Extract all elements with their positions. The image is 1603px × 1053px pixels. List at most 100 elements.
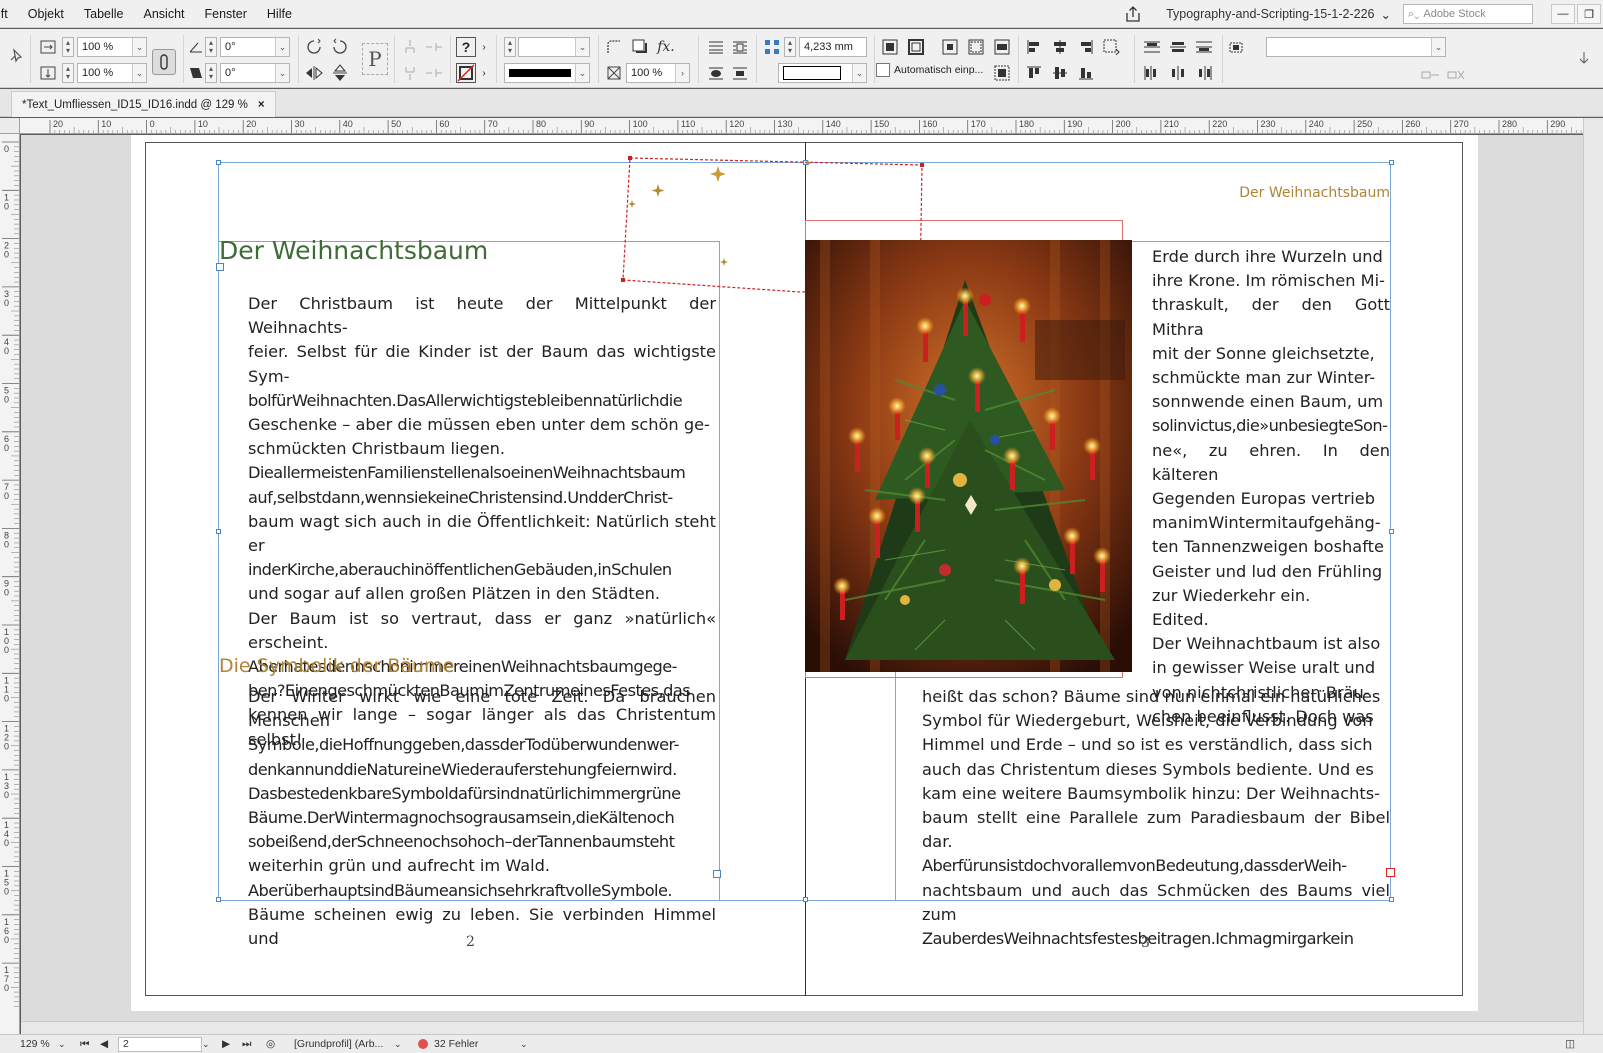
object-style-select[interactable]: ⌄ (1266, 37, 1446, 57)
first-page-icon[interactable]: ⏮ (80, 1038, 100, 1051)
select-content-icon[interactable] (400, 63, 420, 83)
frame-handle[interactable] (216, 160, 221, 165)
auto-fit-checkbox[interactable] (876, 63, 890, 77)
clear-overrides-icon[interactable] (1446, 65, 1468, 85)
preflight-profile-icon[interactable]: ◎ (266, 1038, 294, 1050)
frame-handle[interactable] (803, 897, 808, 902)
center-content-icon[interactable] (940, 37, 960, 57)
stroke-type-select[interactable]: ⌄ (504, 63, 590, 83)
select-previous-icon[interactable] (424, 37, 444, 57)
horizontal-scrollbar[interactable] (21, 1021, 1583, 1034)
ruler-origin[interactable] (0, 118, 20, 134)
previous-page-icon[interactable]: ◀ (100, 1038, 118, 1050)
align-to-selection-icon[interactable] (1102, 37, 1122, 57)
content-aware-fit-icon[interactable] (992, 63, 1012, 83)
constrain-proportions-link-icon[interactable] (152, 49, 176, 75)
stroke-arrow-icon[interactable]: › (478, 63, 490, 83)
document-tab[interactable]: *Text_Umfliessen_ID15_ID16.indd @ 129 % … (11, 91, 276, 117)
spacing-stepper[interactable]: ▴ ▾ (784, 37, 796, 57)
stroke-none-icon[interactable] (456, 63, 476, 83)
menu-item-partial[interactable]: ift (0, 7, 18, 21)
wrap-object-shape-icon[interactable] (706, 63, 726, 83)
object-style-icon[interactable] (1226, 37, 1246, 57)
fit-content-proportionally-icon[interactable] (992, 37, 1012, 57)
align-top-edges-icon[interactable] (1024, 63, 1044, 83)
stroke-weight-stepper[interactable]: ▴ ▾ (504, 37, 516, 57)
next-page-icon[interactable]: ▶ (222, 1038, 242, 1050)
quick-apply-icon[interactable] (1420, 65, 1442, 85)
text-frame-icon[interactable]: P (362, 43, 388, 75)
scale-x-stepper[interactable]: ▴ ▾ (62, 37, 74, 57)
distribute-bottom-icon[interactable] (1194, 37, 1214, 57)
frame-handle[interactable] (1389, 160, 1394, 165)
workspace-switcher[interactable]: Typography-and-Scripting-15-1-2-226 ⌄ (1166, 7, 1391, 22)
distribute-top-icon[interactable] (1142, 37, 1162, 57)
flip-horizontal-icon[interactable] (304, 63, 324, 83)
spacing-field[interactable]: 4,233 mm (799, 37, 867, 57)
scale-y-stepper[interactable]: ▴ ▾ (62, 63, 74, 83)
fill-frame-proportionally-icon[interactable] (966, 37, 986, 57)
align-horizontal-centers-icon[interactable] (1050, 37, 1070, 57)
menu-item-fenster[interactable]: Fenster (195, 7, 257, 21)
preflight-profile[interactable]: [Grundprofil] (Arb... (294, 1038, 394, 1050)
distribute-hcenter-icon[interactable] (1168, 63, 1188, 83)
wrap-bounding-box-icon[interactable] (730, 37, 750, 57)
menu-item-ansicht[interactable]: Ansicht (134, 7, 195, 21)
distribute-left-icon[interactable] (1142, 63, 1162, 83)
scale-x-field[interactable]: 100 % ⌄ (77, 37, 147, 57)
select-next-icon[interactable] (424, 63, 444, 83)
fill-arrow-icon[interactable]: › (478, 37, 490, 57)
selection-tool-icon[interactable] (6, 45, 26, 65)
opacity-field[interactable]: 100 % › (626, 63, 690, 83)
share-icon[interactable] (1122, 4, 1144, 24)
align-bottom-edges-icon[interactable] (1076, 63, 1096, 83)
vertical-ruler[interactable]: 0102030405060708090100110120130140150160… (0, 134, 20, 1034)
menu-item-objekt[interactable]: Objekt (18, 7, 74, 21)
distribute-right-icon[interactable] (1194, 63, 1214, 83)
error-count[interactable]: 32 Fehler (434, 1038, 520, 1050)
flip-vertical-icon[interactable] (330, 63, 350, 83)
page-number-field[interactable]: 2 (118, 1036, 202, 1052)
shear-angle-field[interactable]: 0° ⌄ (220, 63, 290, 83)
jump-object-icon[interactable] (730, 63, 750, 83)
scale-y-field[interactable]: 100 % ⌄ (77, 63, 147, 83)
distribute-vcenter-icon[interactable] (1168, 37, 1188, 57)
errors-dropdown-icon[interactable]: ⌄ (520, 1039, 528, 1050)
horizontal-ruler[interactable]: 20 10 0 10 20 30 40 50 60 70 80 90 100 110 120 130 140 15… (20, 118, 1583, 134)
text-wrap-none-icon[interactable] (706, 37, 726, 57)
last-page-icon[interactable]: ⏭ (242, 1038, 266, 1051)
fit-content-to-frame-icon[interactable] (880, 37, 900, 57)
split-window-icon[interactable]: ◫ (1565, 1038, 1575, 1050)
adobe-stock-search[interactable]: ⌕⌄ Adobe Stock (1403, 4, 1533, 24)
corner-options-icon[interactable] (604, 37, 624, 57)
align-left-edges-icon[interactable] (1024, 37, 1044, 57)
fill-unknown-icon[interactable]: ? (456, 37, 476, 57)
menu-item-tabelle[interactable]: Tabelle (74, 7, 134, 21)
minimize-button[interactable]: — (1551, 4, 1575, 24)
rotate-angle-field[interactable]: 0° ⌄ (220, 37, 290, 57)
panel-menu-icon[interactable] (1574, 49, 1594, 69)
zoom-dropdown-icon[interactable]: ⌄ (58, 1039, 80, 1050)
fit-frame-to-content-icon[interactable] (906, 37, 926, 57)
drop-shadow-icon[interactable] (630, 37, 650, 57)
shear-stepper[interactable]: ▴ ▾ (205, 63, 217, 83)
rotate-stepper[interactable]: ▴ ▾ (205, 37, 217, 57)
christmas-tree-photo[interactable] (805, 240, 1132, 672)
menu-item-hilfe[interactable]: Hilfe (257, 7, 302, 21)
frame-handle[interactable] (216, 529, 221, 534)
effects-fx-icon[interactable]: fx. (656, 37, 676, 57)
restore-button[interactable]: ❐ (1577, 4, 1601, 24)
rotate-ccw-icon[interactable] (330, 37, 350, 57)
frame-handle[interactable] (216, 897, 221, 902)
profile-dropdown-icon[interactable]: ⌄ (394, 1039, 418, 1050)
close-tab-icon[interactable]: × (258, 99, 265, 111)
align-vertical-centers-icon[interactable] (1050, 63, 1070, 83)
page-dropdown-icon[interactable]: ⌄ (202, 1039, 222, 1050)
align-right-edges-icon[interactable] (1076, 37, 1096, 57)
select-container-icon[interactable] (400, 37, 420, 57)
rotate-cw-icon[interactable] (304, 37, 324, 57)
stroke-weight-field[interactable]: ⌄ (518, 37, 590, 57)
vertical-scrollbar[interactable] (1583, 118, 1603, 1034)
zoom-level[interactable]: 129 % (20, 1038, 58, 1050)
spacing-mode-select[interactable]: ⌄ (778, 63, 867, 83)
